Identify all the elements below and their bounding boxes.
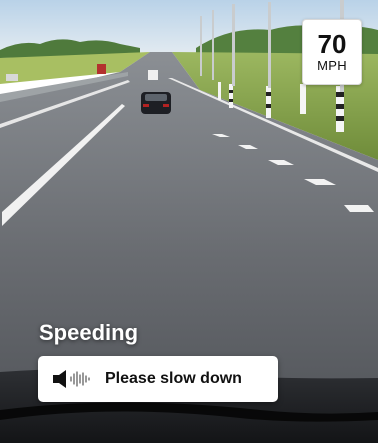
- van-far: [148, 70, 158, 80]
- car-far-left: [6, 74, 18, 81]
- truck-far: [97, 64, 106, 74]
- car-ahead: [141, 92, 171, 114]
- dashcam-view: 70 MPH Speeding Please slow down: [0, 0, 378, 443]
- alert-title: Speeding: [39, 320, 139, 345]
- alert-banner: Please slow down: [38, 356, 278, 402]
- alert-message: Please slow down: [105, 370, 242, 387]
- speed-limit-value: 70: [317, 29, 347, 59]
- speaker-icon: [51, 368, 93, 390]
- speed-limit-unit: MPH: [317, 58, 347, 73]
- speed-limit-sign: 70 MPH: [302, 19, 362, 85]
